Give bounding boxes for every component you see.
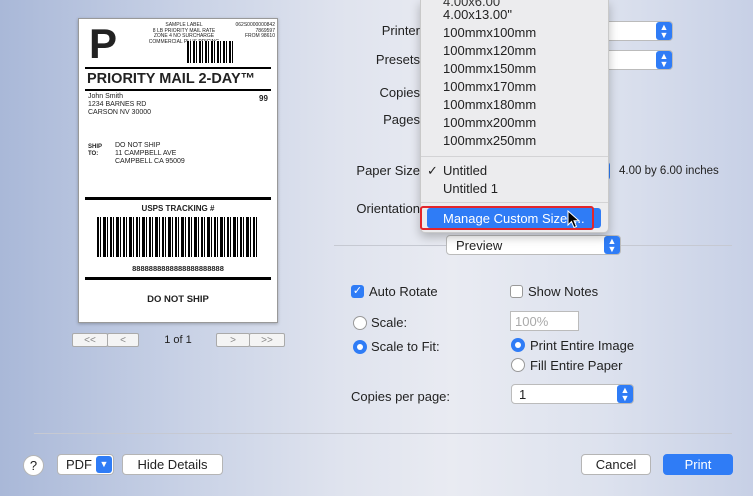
copies-label: Copies — [379, 85, 420, 100]
previous-page-button[interactable]: < — [107, 333, 139, 347]
copies-per-page-label: Copies per page: — [351, 389, 451, 404]
pdf-menu-button[interactable]: PDF ▼ — [57, 454, 114, 475]
2d-barcode-image — [187, 41, 235, 63]
copies-per-page-stepper-icon: ▲ ▼ — [617, 385, 633, 403]
tracking-number: 8888888888888888888888 — [132, 264, 224, 273]
fill-entire-paper-label: Fill Entire Paper — [530, 358, 623, 373]
paper-size-dimensions: 4.00 by 6.00 inches — [619, 165, 719, 177]
scale-input[interactable]: 100% — [510, 311, 579, 331]
section-popup-stepper-icon: ▲ ▼ — [604, 236, 620, 254]
mouse-pointer-icon — [567, 210, 581, 229]
show-notes-checkbox[interactable] — [510, 285, 523, 298]
show-notes-label: Show Notes — [528, 284, 599, 299]
menu-item-paper-size[interactable]: 100mmx120mm — [443, 43, 536, 58]
section-popup[interactable]: Preview — [446, 235, 621, 255]
menu-item-paper-size[interactable]: 100mmx100mm — [443, 25, 536, 40]
menu-item-untitled[interactable]: Untitled — [443, 163, 487, 178]
scale-radio[interactable] — [353, 316, 367, 330]
print-preview-page: P SAMPLE LABEL 8 LB PRIORITY MAIL RATE Z… — [78, 18, 278, 323]
copies-per-page-value: 1 — [519, 387, 527, 402]
menu-item-paper-size[interactable]: 100mmx250mm — [443, 133, 536, 148]
presets-label: Presets — [375, 52, 420, 67]
pages-label: Pages — [383, 112, 420, 127]
scale-to-fit-label: Scale to Fit: — [371, 339, 440, 354]
auto-rotate-label: Auto Rotate — [369, 284, 438, 299]
scale-value: 100% — [515, 314, 549, 329]
print-button[interactable]: Print — [663, 454, 733, 475]
menu-item-paper-size[interactable]: 100mmx180mm — [443, 97, 536, 112]
label-postage-block: 062S0000000842 7869597 FROM 98610 — [235, 22, 276, 39]
from-address: John Smith 1234 BARNES RD CARSON NV 3000… — [88, 93, 152, 116]
menu-item-paper-size[interactable]: 100mmx200mm — [443, 115, 536, 130]
label-code: 99 — [259, 94, 268, 103]
label-divider — [85, 89, 271, 91]
checkmark-icon: ✓ — [427, 163, 438, 178]
menu-item-paper-size[interactable]: 100mmx150mm — [443, 61, 536, 76]
section-popup-label: Preview — [456, 238, 503, 253]
chevron-down-icon: ▼ — [96, 456, 112, 473]
hide-details-button[interactable]: Hide Details — [122, 454, 223, 475]
first-page-button[interactable]: << — [72, 333, 108, 347]
paper-size-menu: 4.00x6.00 4.00x13.00" 100mmx100mm 100mmx… — [420, 0, 609, 233]
menu-separator — [421, 156, 608, 157]
to-address: DO NOT SHIP 11 CAMPBELL AVE CAMPBELL CA … — [115, 142, 185, 165]
fill-entire-paper-radio[interactable] — [511, 358, 525, 372]
help-button[interactable]: ? — [23, 455, 44, 476]
label-footer: DO NOT SHIP — [147, 294, 209, 305]
label-divider — [85, 67, 271, 69]
paper-size-label: Paper Size — [356, 163, 420, 178]
copies-per-page-popup[interactable]: 1 — [511, 384, 634, 404]
service-title: PRIORITY MAIL 2-DAY™ — [87, 71, 256, 87]
ship-to-label: SHIP TO: — [88, 144, 103, 157]
presets-popup-stepper-icon: ▲ ▼ — [656, 51, 672, 69]
print-entire-image-label: Print Entire Image — [530, 338, 635, 353]
page-indicator: 1 of 1 — [164, 334, 192, 346]
tracking-barcode-image — [97, 217, 257, 257]
pdf-label: PDF — [66, 457, 92, 472]
last-page-button[interactable]: >> — [249, 333, 285, 347]
print-entire-image-radio[interactable] — [511, 338, 525, 352]
auto-rotate-checkbox[interactable]: ✓ — [351, 285, 364, 298]
label-divider — [85, 277, 271, 280]
menu-item-paper-size[interactable]: 4.00x13.00" — [443, 7, 512, 22]
menu-separator — [421, 202, 608, 203]
scale-to-fit-radio[interactable] — [353, 340, 367, 354]
scale-label: Scale: — [371, 315, 408, 330]
next-page-button[interactable]: > — [216, 333, 250, 347]
tracking-title: USPS TRACKING # — [141, 204, 215, 213]
footer-divider — [34, 433, 732, 434]
menu-item-untitled-1[interactable]: Untitled 1 — [443, 181, 498, 196]
menu-item-paper-size[interactable]: 100mmx170mm — [443, 79, 536, 94]
printer-popup-stepper-icon: ▲ ▼ — [656, 22, 672, 40]
priority-logo: P — [89, 20, 118, 67]
cancel-button[interactable]: Cancel — [581, 454, 651, 475]
orientation-label: Orientation — [356, 201, 420, 216]
printer-label: Printer — [381, 23, 420, 38]
label-divider — [85, 197, 271, 200]
